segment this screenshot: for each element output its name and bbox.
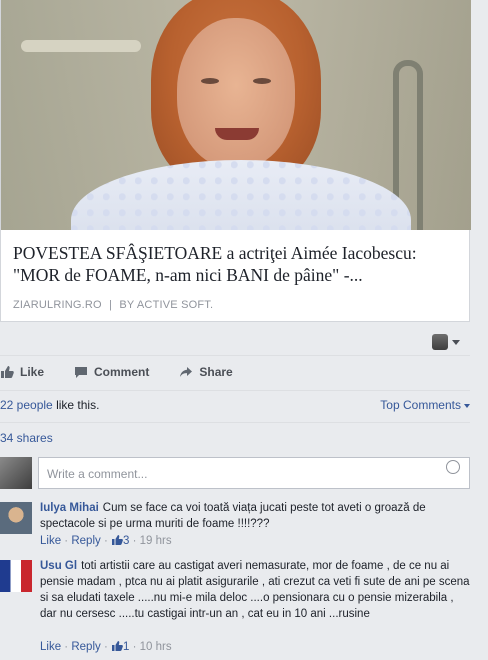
thumbs-up-icon — [1, 366, 14, 378]
top-comments-label: Top Comments — [380, 398, 461, 412]
page-avatar-icon — [432, 334, 448, 350]
comment-reply-link[interactable]: Reply — [71, 641, 100, 653]
comment-author-avatar[interactable] — [0, 560, 32, 592]
like-count-icon — [111, 641, 123, 651]
article-card[interactable]: POVESTEA SFÂŞIETOARE a actriţei Aimée Ia… — [0, 0, 471, 322]
divider — [0, 390, 470, 391]
comment-button[interactable]: Comment — [74, 365, 149, 379]
article-byline: BY ACTIVE SOFT. — [119, 299, 214, 311]
shares-link[interactable]: 34 shares — [0, 431, 53, 445]
comment-like-link[interactable]: Like — [40, 535, 61, 547]
photo-face — [177, 18, 295, 168]
post-actions: Like Comment Share — [0, 362, 263, 382]
comment-text: toti artistii care au castigat averi nem… — [40, 560, 470, 620]
article-domain: ZIARULRING.RO — [13, 299, 102, 311]
comment-like-link[interactable]: Like — [40, 641, 61, 653]
comment-timestamp[interactable]: 19 hrs — [140, 535, 172, 547]
comment-body: Usu Gl toti artistii care au castigat ave… — [40, 558, 470, 622]
comment-like-count[interactable]: 3 — [123, 535, 129, 547]
share-label: Share — [199, 365, 233, 379]
likes-suffix: like this. — [56, 398, 100, 412]
article-photo[interactable] — [1, 0, 471, 230]
like-label: Like — [20, 365, 45, 379]
emoji-icon[interactable] — [446, 460, 460, 474]
like-count-icon — [111, 535, 123, 545]
comment-meta: Like · Reply · 1 · 10 hrs — [40, 641, 172, 653]
user-avatar — [0, 457, 32, 489]
comment-meta: Like · Reply · 3 · 19 hrs — [40, 535, 172, 547]
comment-icon — [75, 367, 88, 378]
comment-timestamp[interactable]: 10 hrs — [140, 641, 172, 653]
divider — [0, 422, 470, 423]
article-source: ZIARULRING.RO | BY ACTIVE SOFT. — [13, 299, 213, 311]
top-comments-dropdown[interactable]: Top Comments — [380, 398, 470, 412]
photo-eye-left — [201, 78, 219, 84]
photo-eye-right — [253, 78, 271, 84]
source-separator: | — [109, 299, 113, 311]
comment-body: Iulya Mihai Cum se face ca voi toată viaț… — [40, 500, 470, 532]
caret-down-icon — [464, 403, 470, 408]
post-options-menu[interactable] — [432, 334, 460, 350]
share-arrow-icon — [180, 367, 193, 377]
article-headline[interactable]: POVESTEA SFÂŞIETOARE a actriţei Aimée Ia… — [13, 242, 463, 286]
photo-mouth — [215, 128, 259, 140]
like-button[interactable]: Like — [0, 365, 44, 379]
photo-bed-rail — [21, 40, 141, 52]
divider — [0, 355, 470, 356]
likes-count-link[interactable]: 22 people — [0, 398, 53, 412]
comment-like-count[interactable]: 1 — [123, 641, 129, 653]
comment-input[interactable]: Write a comment... — [38, 457, 470, 489]
comment-author[interactable]: Iulya Mihai — [40, 502, 99, 514]
likes-summary: 22 people like this. — [0, 398, 99, 412]
share-button[interactable]: Share — [179, 365, 233, 379]
comment-reply-link[interactable]: Reply — [71, 535, 100, 547]
comment-label: Comment — [94, 365, 150, 379]
comment-composer: Write a comment... — [0, 452, 470, 492]
comment-author[interactable]: Usu Gl — [40, 560, 77, 572]
comment-author-avatar[interactable] — [0, 502, 32, 534]
chevron-down-icon — [452, 339, 460, 345]
